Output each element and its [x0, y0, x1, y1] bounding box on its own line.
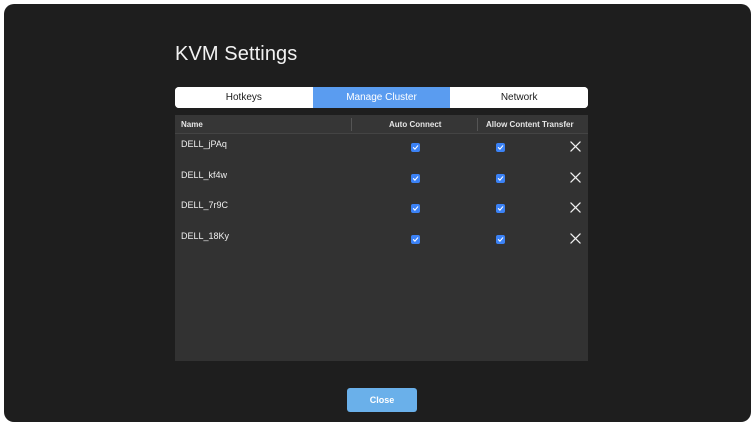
close-icon[interactable] [570, 172, 581, 183]
close-icon[interactable] [570, 141, 581, 152]
auto-connect-checkbox[interactable] [411, 143, 420, 152]
checkmark-icon [412, 176, 419, 181]
allow-content-transfer-checkbox[interactable] [496, 143, 505, 152]
checkmark-icon [412, 237, 419, 242]
checkmark-icon [497, 176, 504, 181]
checkmark-icon [412, 145, 419, 150]
table-row: DELL_kf4w [175, 170, 588, 200]
column-header-allow-content-transfer: Allow Content Transfer [486, 120, 574, 129]
allow-content-transfer-checkbox[interactable] [496, 174, 505, 183]
checkmark-icon [497, 206, 504, 211]
auto-connect-checkbox[interactable] [411, 174, 420, 183]
device-name: DELL_kf4w [181, 170, 228, 180]
checkmark-icon [412, 206, 419, 211]
allow-content-transfer-checkbox[interactable] [496, 235, 505, 244]
device-name: DELL_18Ky [181, 231, 230, 241]
auto-connect-checkbox[interactable] [411, 204, 420, 213]
device-name: DELL_jPAq [181, 139, 227, 149]
column-divider [351, 118, 352, 131]
column-header-auto-connect: Auto Connect [389, 120, 442, 129]
tab-manage-cluster[interactable]: Manage Cluster [312, 87, 451, 108]
checkmark-icon [497, 145, 504, 150]
allow-content-transfer-checkbox[interactable] [496, 204, 505, 213]
column-divider [477, 118, 478, 131]
table-row: DELL_jPAq [175, 139, 588, 169]
kvm-settings-window: KVM Settings Hotkeys Manage Cluster Netw… [4, 4, 751, 422]
table-header: Name Auto Connect Allow Content Transfer [175, 115, 588, 134]
table-row: DELL_7r9C [175, 200, 588, 230]
close-icon[interactable] [570, 202, 581, 213]
column-header-name: Name [181, 120, 203, 129]
auto-connect-checkbox[interactable] [411, 235, 420, 244]
cluster-table: Name Auto Connect Allow Content Transfer… [175, 115, 588, 361]
device-name: DELL_7r9C [181, 200, 229, 210]
table-row: DELL_18Ky [175, 231, 588, 261]
tab-hotkeys[interactable]: Hotkeys [175, 87, 313, 108]
tab-bar: Hotkeys Manage Cluster Network [175, 87, 588, 108]
window-title: KVM Settings [175, 43, 298, 65]
close-icon[interactable] [570, 233, 581, 244]
tab-network[interactable]: Network [450, 87, 588, 108]
close-button[interactable]: Close [347, 388, 417, 412]
checkmark-icon [497, 237, 504, 242]
